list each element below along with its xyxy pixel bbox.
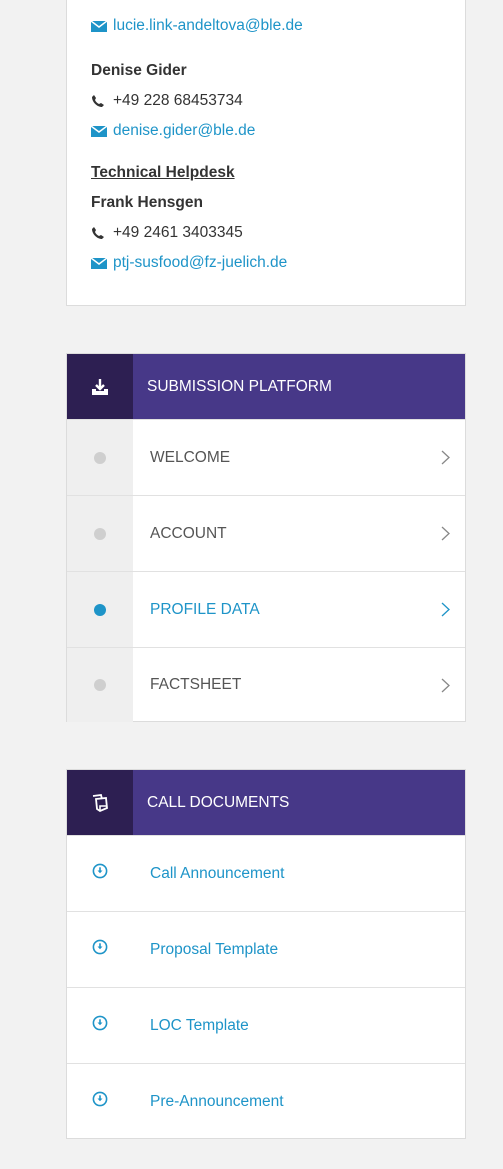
helpdesk-email-row[interactable]: ptj-susfood@fz-juelich.de: [91, 254, 287, 272]
download-circle-icon: [92, 939, 108, 960]
document-link-label[interactable]: LOC Template: [133, 988, 465, 1063]
document-link-label[interactable]: Proposal Template: [133, 912, 465, 987]
menu-item-label: FACTSHEET: [150, 676, 242, 693]
envelope-icon: [91, 257, 113, 269]
call-documents-panel: CALL DOCUMENTS Call Announcement Proposa…: [66, 769, 466, 1139]
phone-icon: [91, 94, 113, 108]
chevron-right-icon: [425, 572, 465, 647]
menu-item-profile-data[interactable]: PROFILE DATA: [67, 571, 465, 647]
submission-platform-panel: SUBMISSION PLATFORM WELCOME ACCOUNT PROF…: [66, 353, 466, 722]
document-link-call-announcement[interactable]: Call Announcement: [67, 835, 465, 911]
call-documents-title: CALL DOCUMENTS: [133, 770, 465, 835]
download-circle-icon: [92, 1091, 108, 1112]
menu-item-account[interactable]: ACCOUNT: [67, 495, 465, 571]
menu-item-welcome[interactable]: WELCOME: [67, 419, 465, 495]
document-link-pre-announcement[interactable]: Pre-Announcement: [67, 1063, 465, 1139]
menu-item-label: WELCOME: [150, 448, 231, 466]
contact-phone-row: +49 228 68453734: [91, 92, 243, 110]
contact-email[interactable]: denise.gider@ble.de: [113, 122, 255, 140]
download-circle-icon: [92, 1015, 108, 1036]
helpdesk-name: Frank Hensgen: [91, 194, 203, 211]
status-dot: [94, 527, 106, 540]
chevron-right-icon: [425, 496, 465, 571]
download-tray-icon: [67, 354, 133, 419]
status-dot: [94, 679, 106, 691]
helpdesk-title: Technical Helpdesk: [91, 164, 235, 181]
documents-icon: [67, 770, 133, 835]
chevron-right-icon: [425, 420, 465, 495]
menu-item-label: PROFILE DATA: [150, 600, 260, 618]
document-link-proposal-template[interactable]: Proposal Template: [67, 911, 465, 987]
contact-email-row[interactable]: lucie.link-andeltova@ble.de: [91, 17, 303, 35]
call-documents-header: CALL DOCUMENTS: [67, 770, 465, 835]
envelope-icon: [91, 125, 113, 137]
menu-item-factsheet[interactable]: FACTSHEET: [67, 647, 465, 722]
contact-card: lucie.link-andeltova@ble.de Denise Gider…: [66, 0, 466, 306]
contact-email-row[interactable]: denise.gider@ble.de: [91, 122, 255, 140]
chevron-right-icon: [425, 648, 465, 722]
download-circle-icon: [92, 863, 108, 884]
submission-platform-header: SUBMISSION PLATFORM: [67, 354, 465, 419]
submission-platform-title: SUBMISSION PLATFORM: [133, 354, 465, 419]
helpdesk-email[interactable]: ptj-susfood@fz-juelich.de: [113, 254, 287, 272]
phone-icon: [91, 226, 113, 240]
document-link-label[interactable]: Pre-Announcement: [133, 1064, 465, 1139]
status-dot-active: [94, 603, 106, 616]
document-link-label[interactable]: Call Announcement: [133, 836, 465, 911]
document-link-loc-template[interactable]: LOC Template: [67, 987, 465, 1063]
helpdesk-phone: +49 2461 3403345: [113, 224, 243, 241]
helpdesk-phone-row: +49 2461 3403345: [91, 224, 243, 242]
status-dot: [94, 451, 106, 464]
contact-email[interactable]: lucie.link-andeltova@ble.de: [113, 17, 303, 35]
contact-phone: +49 228 68453734: [113, 92, 243, 109]
menu-item-label: ACCOUNT: [150, 524, 227, 542]
envelope-icon: [91, 20, 113, 32]
contact-name: Denise Gider: [91, 62, 187, 79]
